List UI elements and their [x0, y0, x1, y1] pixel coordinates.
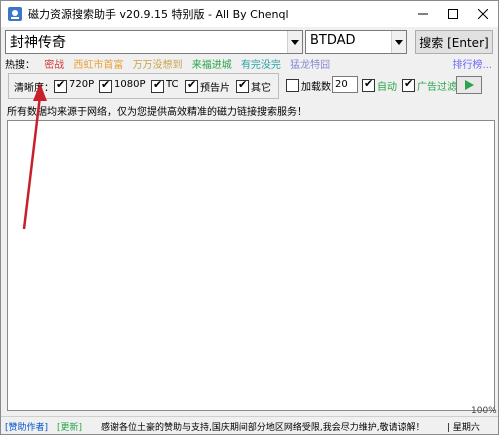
close-icon	[478, 9, 488, 19]
notice-text: 所有数据均来源于网络，仅为您提供高效精准的磁力链接搜索服务！	[7, 107, 307, 118]
ranking-link[interactable]: 排行榜...	[452, 56, 492, 71]
hot-search-item[interactable]: 密战	[44, 60, 64, 71]
close-button[interactable]	[468, 1, 498, 27]
hot-search-item[interactable]: 猛龙特囧	[290, 60, 330, 71]
ad-filter-label: 广告过滤	[417, 82, 457, 93]
checkbox-ad-filter[interactable]: ✔	[402, 77, 415, 92]
search-dropdown-button[interactable]	[287, 31, 302, 53]
checkmark-icon: ✔	[101, 78, 111, 91]
load-count-input[interactable]: 20	[332, 76, 358, 93]
chevron-down-icon	[395, 39, 403, 45]
checkbox-label: TC	[166, 79, 179, 90]
checkbox-auto[interactable]: ✔	[362, 77, 375, 92]
site-dropdown-button[interactable]	[391, 31, 406, 53]
weekday-label: | 星期六	[447, 423, 480, 433]
checkbox-tc[interactable]: ✔	[151, 78, 164, 93]
checkmark-icon: ✔	[56, 78, 66, 91]
checkbox-label: 其它	[251, 83, 271, 94]
search-combobox[interactable]: 封神传奇	[5, 30, 303, 54]
play-button[interactable]	[456, 76, 482, 94]
checkmark-icon: ✔	[364, 77, 374, 90]
title-bar[interactable]: 磁力资源搜索助手 v20.9.15 特别版 - All By Chenql	[1, 1, 498, 27]
progress-label: 100%	[471, 406, 497, 416]
hot-search-item[interactable]: 万万没想到	[133, 60, 183, 71]
app-window: 磁力资源搜索助手 v20.9.15 特别版 - All By Chenql 封神…	[0, 0, 499, 435]
window-title: 磁力资源搜索助手 v20.9.15 特别版 - All By Chenql	[28, 8, 289, 21]
auto-label: 自动	[377, 82, 397, 93]
hot-search-item[interactable]: 西虹市首富	[73, 60, 123, 71]
checkbox-trailer[interactable]: ✔	[185, 78, 198, 93]
site-select-value: BTDAD	[310, 33, 356, 48]
sponsor-link[interactable]: [赞助作者]	[5, 420, 48, 433]
maximize-icon	[448, 9, 458, 19]
status-message: 感谢各位土豪的赞助与支持,国庆期间部分地区网络受限,我会尽力维护,敬请谅解！	[101, 423, 425, 433]
site-select[interactable]: BTDAD	[305, 30, 407, 54]
minimize-button[interactable]	[408, 1, 438, 27]
checkbox-label: 预告片	[200, 83, 230, 94]
options-group: 加载数 20 ✔ 自动 ✔ 广告过滤	[284, 73, 491, 97]
checkbox-label: 720P	[69, 79, 95, 90]
checkmark-icon: ✔	[404, 77, 414, 90]
minimize-icon	[418, 13, 428, 15]
play-icon	[465, 80, 474, 90]
checkmark-icon: ✔	[238, 78, 248, 91]
hot-search-bar: 热搜： 密战 西虹市首富 万万没想到 来福进城 有完没完 猛龙特囧	[5, 56, 336, 71]
hot-search-item[interactable]: 来福进城	[192, 60, 232, 71]
search-input[interactable]: 封神传奇	[10, 32, 66, 52]
checkbox-load-count[interactable]	[286, 79, 299, 92]
search-button[interactable]: 搜索 [Enter]	[415, 30, 493, 54]
checkmark-icon: ✔	[187, 78, 197, 91]
resolution-filter-group: 清晰度： ✔ 720P ✔ 1080P ✔ TC ✔ 预告片 ✔ 其它	[8, 73, 279, 99]
update-link[interactable]: [更新]	[57, 420, 82, 433]
hot-search-label: 热搜：	[5, 60, 35, 71]
checkbox-1080p[interactable]: ✔	[99, 78, 112, 93]
results-list[interactable]	[7, 120, 495, 411]
load-count-label: 加载数	[301, 82, 331, 93]
resolution-label: 清晰度：	[14, 83, 54, 94]
checkbox-other[interactable]: ✔	[236, 78, 249, 93]
maximize-button[interactable]	[438, 1, 468, 27]
hot-search-item[interactable]: 有完没完	[241, 60, 281, 71]
checkbox-720p[interactable]: ✔	[54, 78, 67, 93]
status-bar: [赞助作者] [更新] 感谢各位土豪的赞助与支持,国庆期间部分地区网络受限,我会…	[1, 406, 498, 435]
checkbox-label: 1080P	[114, 79, 146, 90]
app-icon	[8, 7, 22, 21]
chevron-down-icon	[291, 39, 299, 45]
checkmark-icon: ✔	[153, 78, 163, 91]
